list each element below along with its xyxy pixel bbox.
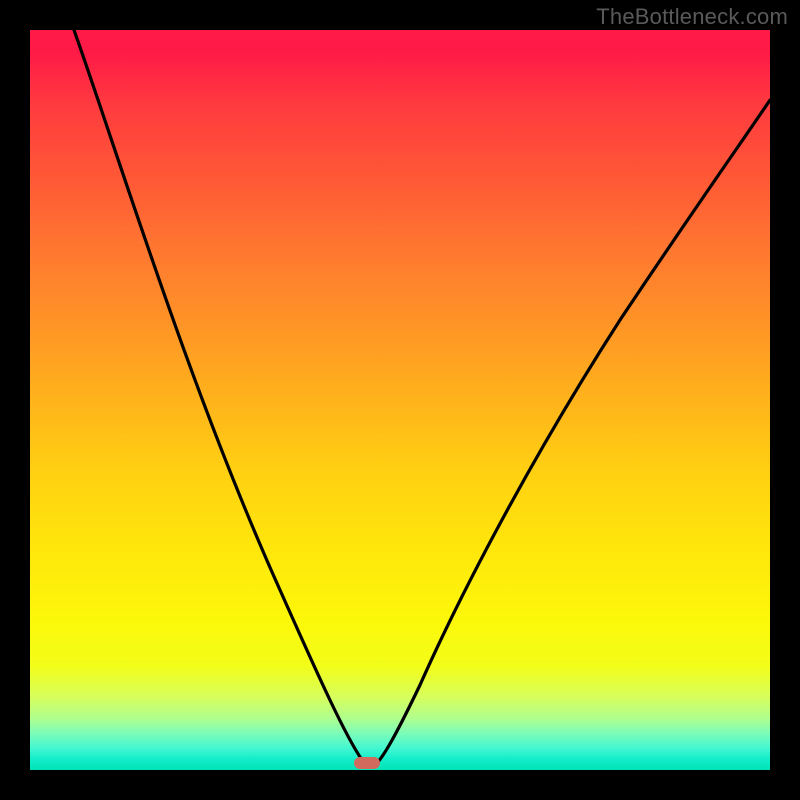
watermark-text: TheBottleneck.com [596, 4, 788, 30]
plot-area [30, 30, 770, 770]
curve-svg [30, 30, 770, 770]
bottleneck-curve-path [74, 30, 770, 767]
chart-container: TheBottleneck.com [0, 0, 800, 800]
optimum-marker [354, 757, 380, 769]
